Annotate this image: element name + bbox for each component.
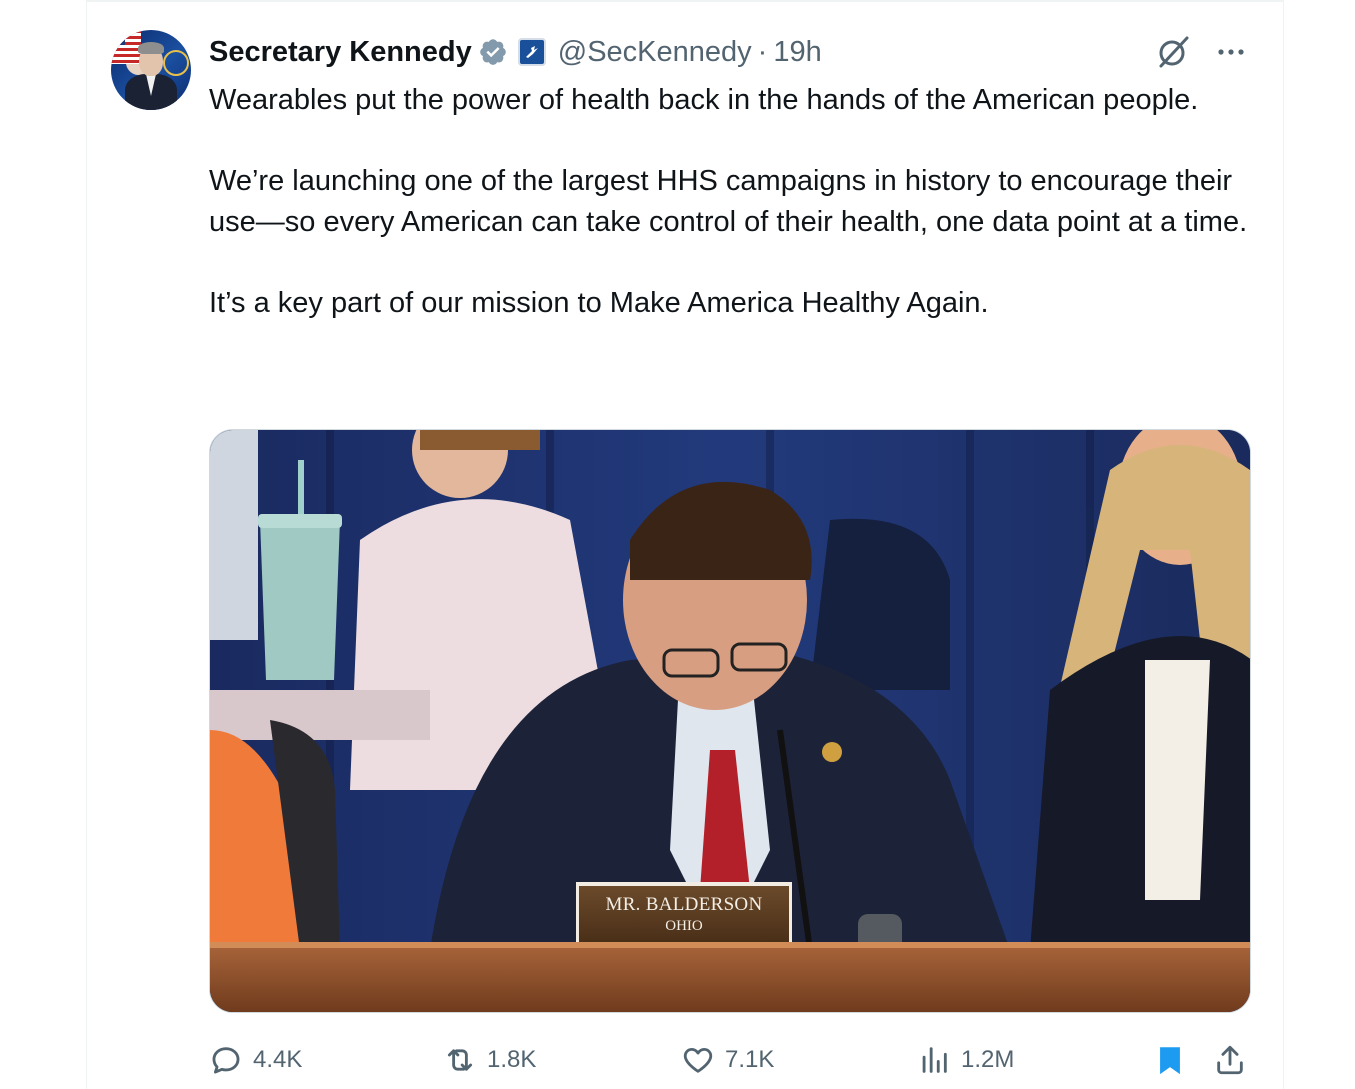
tweet-paragraph: Wearables put the power of health back i… — [209, 84, 1199, 116]
avatar-flag — [111, 30, 141, 64]
nameplate: MR. BALDERSON OHIO — [576, 882, 792, 942]
timestamp[interactable]: 19h — [773, 36, 821, 69]
bookmark-button[interactable] — [1153, 1040, 1187, 1080]
nameplate-state: OHIO — [665, 918, 703, 934]
action-bar: 4.4K 1.8K 7.1K 1.2M — [209, 1040, 1251, 1080]
like-count: 7.1K — [725, 1046, 775, 1073]
tweet-text: Wearables put the power of health back i… — [209, 80, 1269, 323]
reply-button[interactable]: 4.4K — [209, 1040, 302, 1080]
user-handle[interactable]: @SecKennedy — [558, 36, 752, 69]
verified-badge-icon[interactable] — [478, 37, 508, 67]
view-count: 1.2M — [961, 1046, 1015, 1073]
analytics-icon — [922, 1047, 947, 1073]
repost-count: 1.8K — [487, 1046, 537, 1073]
repost-icon — [447, 1049, 473, 1071]
share-icon — [1217, 1045, 1243, 1075]
avatar-hair — [138, 42, 164, 54]
tweet-card[interactable]: Secretary Kennedy @SecKennedy · 19h Wear… — [86, 0, 1284, 1089]
profile-avatar[interactable] — [111, 30, 191, 110]
nameplate-name: MR. BALDERSON — [605, 894, 763, 915]
tweet-header: Secretary Kennedy @SecKennedy · 19h — [209, 32, 1253, 72]
views-button[interactable]: 1.2M — [917, 1040, 1014, 1080]
grok-icon[interactable] — [1155, 34, 1191, 70]
tweet-paragraph: We’re launching one of the largest HHS c… — [209, 165, 1248, 238]
share-button[interactable] — [1213, 1040, 1247, 1080]
like-button[interactable]: 7.1K — [681, 1040, 774, 1080]
avatar-seal — [163, 50, 189, 76]
reply-icon — [212, 1047, 240, 1074]
display-name[interactable]: Secretary Kennedy — [209, 36, 472, 69]
tweet-paragraph: It’s a key part of our mission to Make A… — [209, 286, 989, 319]
bookmark-icon — [1160, 1047, 1180, 1075]
reply-count: 4.4K — [253, 1046, 303, 1073]
heart-icon — [683, 1047, 713, 1073]
repost-button[interactable]: 1.8K — [443, 1040, 536, 1080]
separator-dot: · — [757, 35, 768, 68]
video-media[interactable]: MR. BALDERSON OHIO — [209, 429, 1251, 1013]
hhs-affiliate-badge-icon[interactable] — [517, 38, 546, 66]
more-options-icon[interactable] — [1215, 36, 1247, 68]
